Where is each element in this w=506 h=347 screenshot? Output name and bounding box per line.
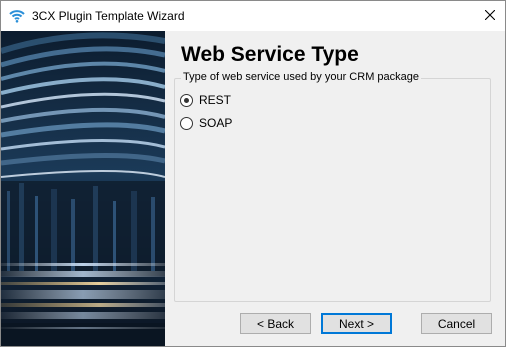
window-title: 3CX Plugin Template Wizard: [32, 9, 185, 23]
cancel-button[interactable]: Cancel: [421, 313, 492, 334]
wizard-side-image: [1, 31, 165, 346]
radio-dot: [184, 97, 189, 103]
title-bar: 3CX Plugin Template Wizard: [1, 1, 505, 31]
radio-rest[interactable]: REST: [180, 93, 231, 107]
web-service-type-group: Type of web service used by your CRM pac…: [174, 71, 491, 302]
wizard-content: Web Service Type Type of web service use…: [165, 31, 505, 346]
radio-rest-label[interactable]: REST: [199, 93, 231, 107]
radio-button-checked[interactable]: [180, 93, 193, 107]
close-icon: [484, 9, 496, 23]
page-title: Web Service Type: [181, 43, 359, 66]
back-button[interactable]: < Back: [240, 313, 311, 334]
next-button[interactable]: Next >: [321, 313, 392, 334]
radio-soap-label[interactable]: SOAP: [199, 116, 232, 130]
group-legend: Type of web service used by your CRM pac…: [181, 71, 422, 83]
close-button[interactable]: [475, 1, 505, 31]
3cx-wifi-icon: [9, 9, 25, 23]
radio-soap[interactable]: SOAP: [180, 116, 232, 130]
wizard-window: 3CX Plugin Template Wizard Web Service T…: [0, 0, 506, 347]
radio-button-unchecked[interactable]: [180, 116, 193, 130]
